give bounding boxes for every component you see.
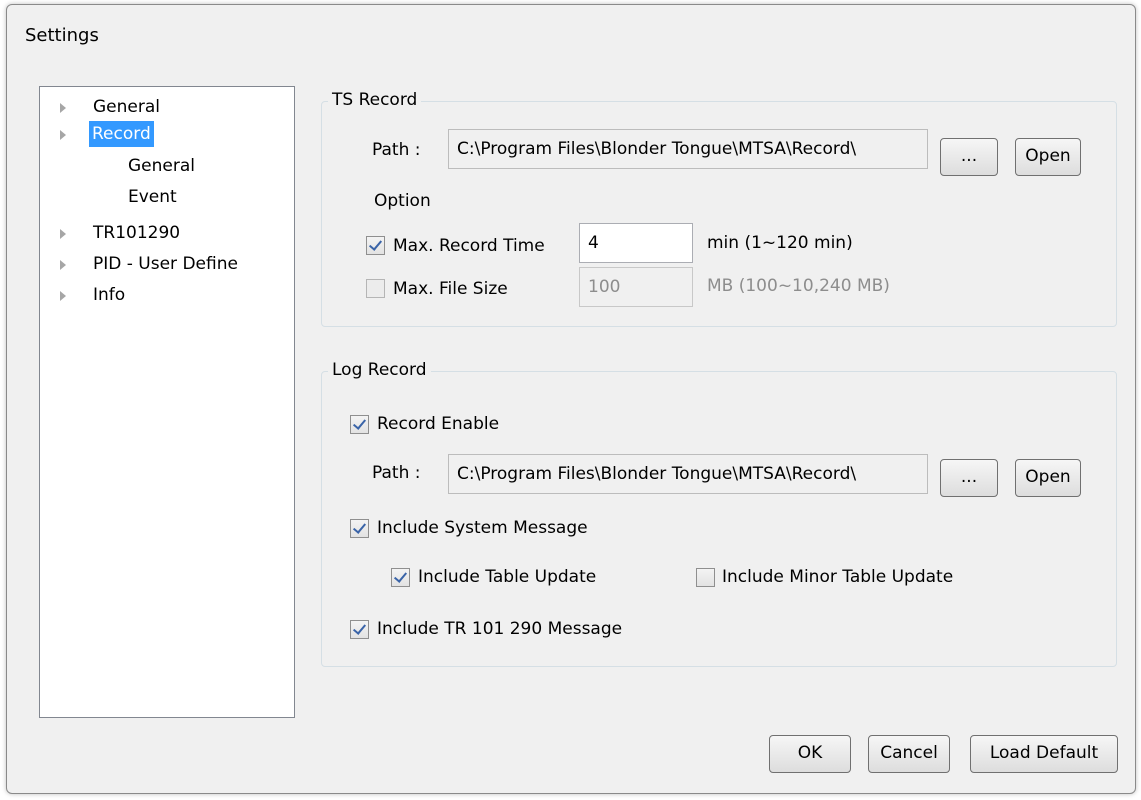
tree-item-label: General [93, 97, 160, 117]
tree-item-record[interactable]: Record [40, 121, 294, 147]
include-system-message-label: Include System Message [377, 518, 588, 538]
tree-item-pid-user-define[interactable]: PID - User Define [40, 251, 294, 277]
ts-browse-button[interactable]: ... [940, 138, 998, 176]
max-file-size-checkbox[interactable] [366, 279, 385, 298]
max-record-time-input[interactable]: 4 [579, 223, 693, 263]
include-tr-message-label: Include TR 101 290 Message [377, 619, 623, 639]
include-minor-table-update-label: Include Minor Table Update [722, 567, 954, 587]
tree-item-label: Record [89, 121, 154, 147]
record-enable-label: Record Enable [377, 414, 500, 434]
max-file-size-unit: MB (100~10,240 MB) [707, 276, 890, 296]
tree-item-record-general[interactable]: General [40, 153, 294, 179]
expand-arrow-icon[interactable] [60, 130, 66, 140]
record-enable-checkbox[interactable] [350, 415, 369, 434]
tree-item-record-event[interactable]: Event [40, 184, 294, 210]
cancel-button[interactable]: Cancel [868, 735, 950, 773]
ts-open-button[interactable]: Open [1015, 138, 1081, 176]
dialog-title: Settings [25, 25, 99, 46]
max-file-size-input[interactable]: 100 [579, 267, 693, 307]
tree-item-label: Event [128, 187, 177, 207]
expand-arrow-icon[interactable] [60, 291, 66, 301]
log-record-legend: Log Record [328, 360, 431, 380]
include-minor-table-update-checkbox[interactable] [696, 568, 715, 587]
log-path-label: Path : [372, 463, 421, 483]
include-system-message-checkbox[interactable] [350, 519, 369, 538]
tree-item-general[interactable]: General [40, 94, 294, 120]
option-label: Option [374, 191, 431, 211]
log-browse-button[interactable]: ... [940, 459, 998, 497]
include-table-update-label: Include Table Update [418, 567, 597, 587]
ts-path-field[interactable]: C:\Program Files\Blonder Tongue\MTSA\Rec… [448, 129, 928, 169]
include-table-update-checkbox[interactable] [391, 568, 410, 587]
log-path-field[interactable]: C:\Program Files\Blonder Tongue\MTSA\Rec… [448, 454, 928, 494]
expand-arrow-icon[interactable] [60, 260, 66, 270]
max-file-size-label: Max. File Size [393, 279, 508, 299]
tree-item-tr101290[interactable]: TR101290 [40, 220, 294, 246]
tree-item-info[interactable]: Info [40, 282, 294, 308]
log-open-button[interactable]: Open [1015, 459, 1081, 497]
tree-item-label: PID - User Define [93, 254, 238, 274]
ts-path-label: Path : [372, 140, 421, 160]
expand-arrow-icon[interactable] [60, 103, 66, 113]
max-record-time-unit: min (1~120 min) [707, 233, 853, 253]
ts-record-group: TS Record Path : C:\Program Files\Blonde… [321, 90, 1117, 327]
max-record-time-label: Max. Record Time [393, 236, 545, 256]
max-record-time-checkbox[interactable] [366, 236, 385, 255]
tree-item-label: Info [93, 285, 126, 305]
settings-dialog: Settings General Record General Event TR… [6, 4, 1136, 794]
load-default-button[interactable]: Load Default [970, 735, 1118, 773]
tree-item-label: General [128, 156, 195, 176]
ts-record-legend: TS Record [328, 90, 422, 110]
settings-tree[interactable]: General Record General Event TR101290 PI… [39, 86, 295, 718]
include-tr-message-checkbox[interactable] [350, 620, 369, 639]
expand-arrow-icon[interactable] [60, 229, 66, 239]
ok-button[interactable]: OK [769, 735, 851, 773]
log-record-group: Log Record Record Enable Path : C:\Progr… [321, 360, 1117, 667]
tree-item-label: TR101290 [93, 223, 181, 243]
